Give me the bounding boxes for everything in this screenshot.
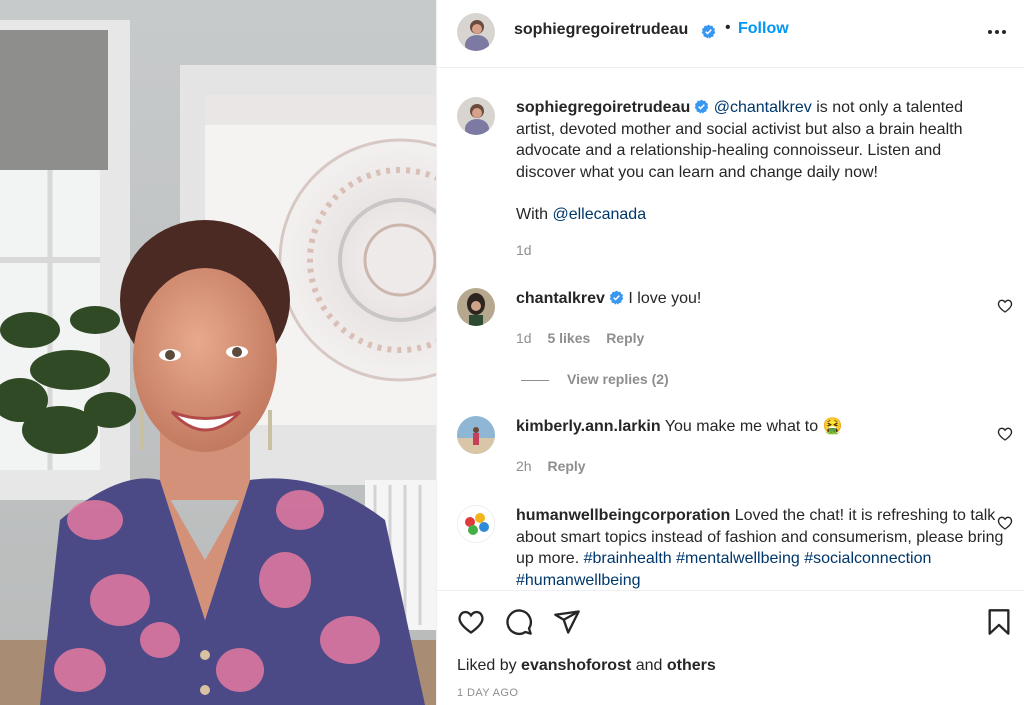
comment-text: humanwellbeingcorporation Loved the chat…: [516, 505, 1004, 589]
comment-icon[interactable]: [505, 608, 533, 636]
view-replies-button[interactable]: View replies (2): [521, 371, 669, 387]
post-media-video[interactable]: [0, 0, 436, 705]
caption-username[interactable]: sophiegregoiretrudeau: [516, 99, 690, 116]
comment-meta: 1d 5 likes Reply: [516, 330, 656, 346]
post-header: sophiegregoiretrudeau • Follow: [437, 0, 1024, 68]
comment-username[interactable]: chantalkrev: [516, 290, 605, 307]
comment-username[interactable]: kimberly.ann.larkin: [516, 418, 661, 435]
more-options-icon[interactable]: [985, 20, 1009, 44]
comment-age[interactable]: 1d: [516, 330, 532, 346]
author-avatar[interactable]: [457, 13, 495, 51]
commenter-avatar[interactable]: [457, 288, 495, 326]
caption-author-avatar[interactable]: [457, 97, 495, 135]
comment-age[interactable]: 2h: [516, 458, 532, 474]
liked-by-user[interactable]: evanshoforost: [521, 657, 631, 674]
comment-body: I love you!: [628, 290, 702, 307]
separator-dot: •: [725, 19, 731, 36]
reply-button[interactable]: Reply: [547, 458, 585, 474]
verified-badge-icon: [695, 99, 709, 114]
heart-icon[interactable]: [457, 608, 485, 636]
caption-text: sophiegregoiretrudeau @chantalkrev is no…: [516, 97, 1004, 226]
comment-username[interactable]: humanwellbeingcorporation: [516, 507, 730, 524]
heart-icon[interactable]: [997, 515, 1013, 531]
liked-by-prefix: Liked by: [457, 657, 522, 674]
replies-divider: [521, 379, 549, 381]
liked-by-and: and: [631, 657, 667, 674]
caption-with-mention[interactable]: @ellecanada: [552, 206, 646, 223]
post-timestamp[interactable]: 1 DAY AGO: [457, 687, 518, 699]
comment-meta: 2h Reply: [516, 458, 598, 474]
share-plane-icon[interactable]: [553, 608, 581, 636]
verified-badge-icon: [609, 290, 624, 305]
commenter-avatar[interactable]: [457, 505, 495, 543]
comments-list[interactable]: sophiegregoiretrudeau @chantalkrev is no…: [437, 69, 1024, 589]
follow-button[interactable]: Follow: [738, 20, 789, 38]
comment-text: kimberly.ann.larkin You make me what to …: [516, 416, 1004, 438]
caption-meta: 1d: [516, 242, 544, 258]
bookmark-icon[interactable]: [985, 608, 1013, 636]
verified-badge-icon: [701, 24, 716, 39]
post-video-frame: [0, 0, 436, 705]
comment-text: chantalkrev I love you!: [516, 288, 1004, 310]
post-sidebar: sophiegregoiretrudeau • Follow sophiegre…: [436, 0, 1024, 705]
comment-body: You make me what to 🤮: [664, 418, 843, 435]
liked-by-text: Liked by evanshoforost and others: [457, 657, 716, 675]
heart-icon[interactable]: [997, 426, 1013, 442]
commenter-avatar[interactable]: [457, 416, 495, 454]
caption-with-label: With: [516, 206, 553, 223]
view-replies-label: View replies (2): [567, 371, 669, 387]
caption-age[interactable]: 1d: [516, 242, 532, 258]
post-actions: Liked by evanshoforost and others 1 DAY …: [437, 590, 1024, 705]
comment-likes[interactable]: 5 likes: [547, 330, 590, 346]
author-username[interactable]: sophiegregoiretrudeau: [514, 21, 688, 39]
reply-button[interactable]: Reply: [606, 330, 644, 346]
caption-mention[interactable]: @chantalkrev: [714, 99, 812, 116]
liked-by-others[interactable]: others: [667, 657, 716, 674]
heart-icon[interactable]: [997, 298, 1013, 314]
